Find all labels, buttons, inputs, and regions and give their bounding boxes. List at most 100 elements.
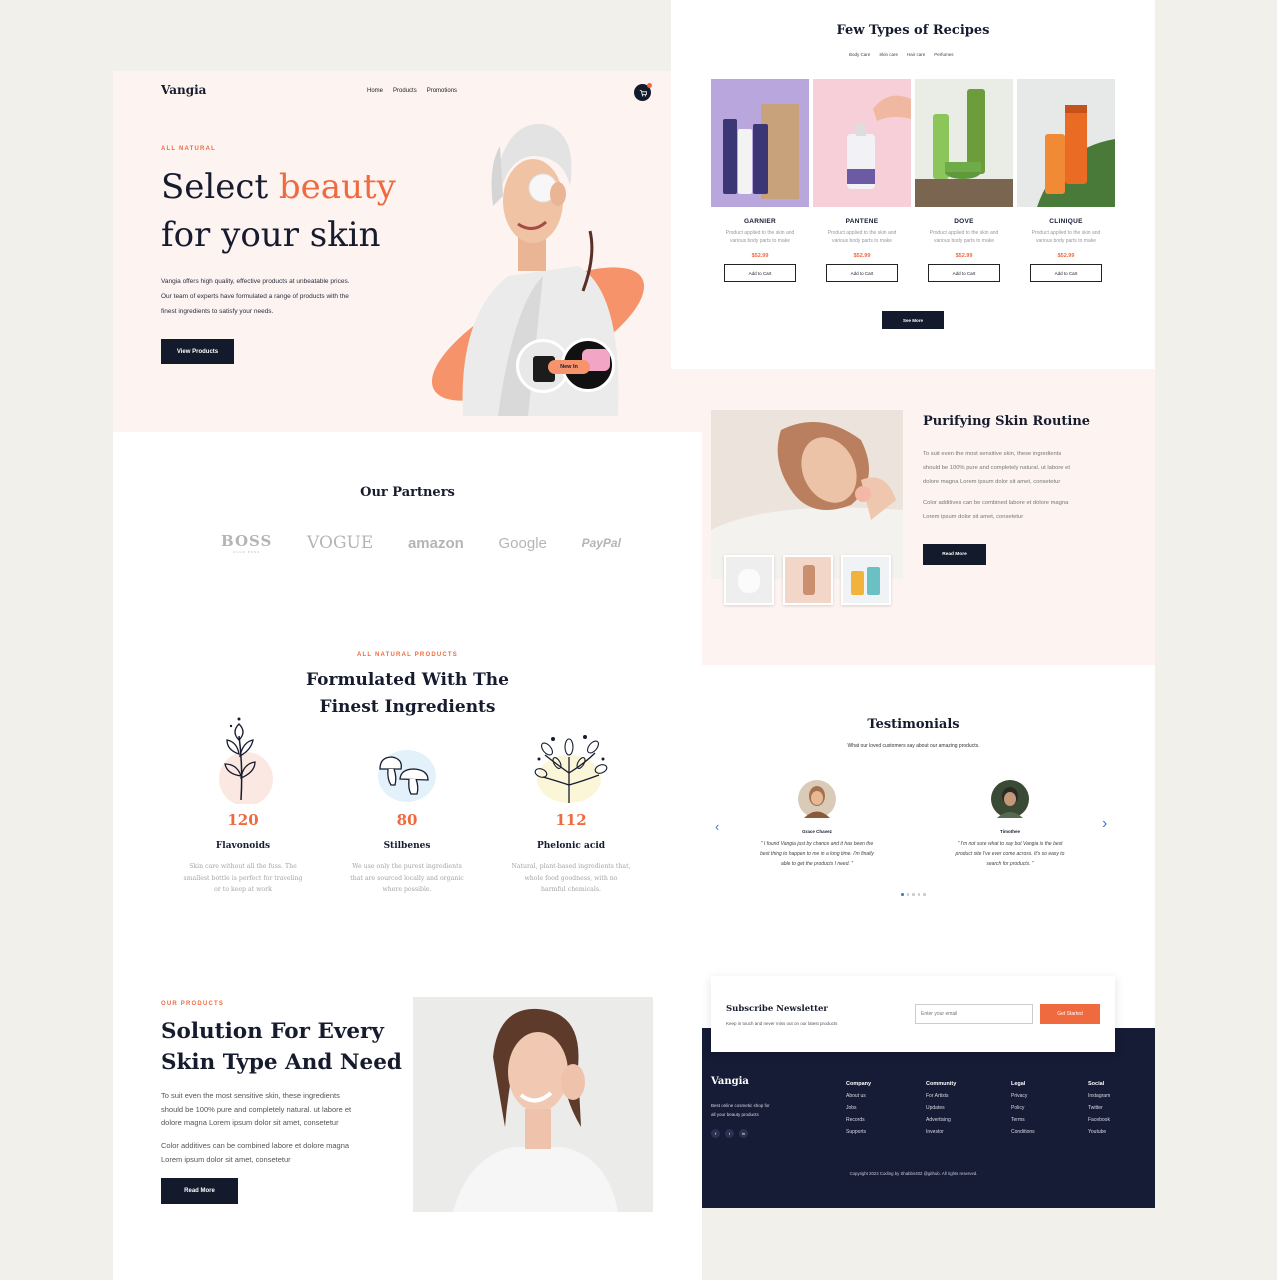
add-to-cart-button[interactable]: Add to Cart <box>1030 264 1102 282</box>
product-desc-line: Product applied to the skin and <box>929 230 999 236</box>
partner-paypal-logo: PayPal <box>581 536 621 550</box>
solution-eyebrow: OUR PRODUCTS <box>161 1001 225 1007</box>
footer-link[interactable]: Supports <box>846 1129 871 1135</box>
product-card-pantene[interactable]: PANTENE Product applied to the skin and v… <box>813 79 911 282</box>
product-price: $52.99 <box>751 253 769 259</box>
testimonials-title: Testimonials <box>867 717 960 732</box>
product-desc-line: various body parts to make <box>831 238 893 244</box>
recipes-title: Few Types of Recipes <box>836 23 990 38</box>
routine-title: Purifying Skin Routine <box>923 414 1091 429</box>
carousel-dot[interactable] <box>901 893 904 896</box>
routine-thumb-1[interactable] <box>724 555 774 605</box>
carousel-dot[interactable] <box>912 893 915 896</box>
hero-eyebrow: ALL NATURAL <box>161 146 216 152</box>
routine-thumb-3[interactable] <box>841 555 891 605</box>
footer-link[interactable]: Terms <box>1011 1117 1035 1123</box>
product-desc-line: Product applied to the skin and <box>725 230 795 236</box>
ingredient-desc-line: smallest bottle is perfect for traveling <box>183 874 303 882</box>
product-card-dove[interactable]: DOVE Product applied to the skin and vari… <box>915 79 1013 282</box>
routine-text-line: dolore magna Lorem ipsum dolor sit amet,… <box>923 479 1061 485</box>
routine-read-more-button[interactable]: Read More <box>923 544 986 565</box>
flavonoid-plant-icon <box>219 717 273 804</box>
footer-link[interactable]: Advertising <box>926 1117 956 1123</box>
testimonial-quote-line: " I'm not sure what to say but Vangia is… <box>957 841 1063 847</box>
view-products-button[interactable]: View Products <box>161 339 234 364</box>
ingredient-desc-line: or to keep at work <box>214 886 272 893</box>
solution-title-line: Solution For Every <box>161 1019 384 1044</box>
footer-link[interactable]: Conditions <box>1011 1129 1035 1135</box>
footer-link[interactable]: Instagram <box>1088 1093 1110 1099</box>
footer-link[interactable]: Privacy <box>1011 1093 1035 1099</box>
nav-home[interactable]: Home <box>367 88 383 94</box>
footer-link[interactable]: Facebook <box>1088 1117 1110 1123</box>
landing-page-left: Vangia Home Products Promotions ALL NATU… <box>113 71 702 1280</box>
hero-title-line2: for your skin <box>161 215 381 255</box>
routine-text-line: Lorem ipsum dolor sit amet, consetetur <box>923 514 1024 520</box>
chevron-left-icon[interactable]: ‹ <box>715 819 719 834</box>
cart-button[interactable] <box>634 83 652 101</box>
product-image-garnier <box>711 79 809 207</box>
tab-skin-care[interactable]: Skin care <box>879 52 898 57</box>
product-desc-line: various body parts to make <box>1035 238 1097 244</box>
testimonial-author: Grace Chavez <box>802 829 832 834</box>
footer-link[interactable]: Investor <box>926 1129 956 1135</box>
solution-text-line: Color additives can be combined labore e… <box>161 1141 350 1150</box>
product-desc: Product applied to the skin and various b… <box>915 229 1013 245</box>
twitter-icon[interactable]: t <box>725 1129 734 1138</box>
footer-link[interactable]: Twitter <box>1088 1105 1110 1111</box>
carousel-dot[interactable] <box>906 893 909 896</box>
tab-hair-care[interactable]: Hair care <box>907 52 925 57</box>
product-desc: Product applied to the skin and various b… <box>711 229 809 245</box>
footer-link[interactable]: Updates <box>926 1105 956 1111</box>
add-to-cart-button[interactable]: Add to Cart <box>724 264 796 282</box>
routine-paragraph-1: To suit even the most sensitive skin, th… <box>923 447 1070 489</box>
email-field[interactable] <box>915 1004 1033 1024</box>
ingredient-card-flavonoids: 120 Flavonoids Skin care without all the… <box>178 811 308 896</box>
footer-link[interactable]: For Artists <box>926 1093 956 1099</box>
recipe-tabs: Body Care Skin care Hair care Perfumes <box>849 52 954 57</box>
footer-column-community: Community For Artists Updates Advertisin… <box>926 1081 956 1135</box>
footer-tagline-line: all your beauty products <box>711 1112 759 1117</box>
cart-icon <box>639 89 647 96</box>
footer-brand[interactable]: Vangia <box>711 1076 749 1087</box>
footer-link[interactable]: Jobs <box>846 1105 871 1111</box>
product-card-garnier[interactable]: GARNIER Product applied to the skin and v… <box>711 79 809 282</box>
footer-column-social: Social Instagram Twitter Facebook Youtub… <box>1088 1081 1110 1135</box>
tab-body-care[interactable]: Body Care <box>849 52 870 57</box>
new-in-badge[interactable]: New In <box>548 360 590 374</box>
brand-logo[interactable]: Vangia <box>161 83 206 97</box>
testimonial-card: Timothee " I'm not sure what to say but … <box>930 780 1090 869</box>
main-nav: Home Products Promotions <box>367 88 457 94</box>
hero-title-part1: Select <box>161 167 279 207</box>
carousel-dots <box>901 893 926 896</box>
facebook-icon[interactable]: f <box>711 1129 720 1138</box>
product-name: GARNIER <box>743 218 777 225</box>
nav-promotions[interactable]: Promotions <box>427 88 457 94</box>
footer-link[interactable]: Records <box>846 1117 871 1123</box>
add-to-cart-button[interactable]: Add to Cart <box>826 264 898 282</box>
ingredients-title-line: Finest Ingredients <box>319 697 496 717</box>
nav-products[interactable]: Products <box>393 88 417 94</box>
hero-desc-line: Our team of experts have formulated a ra… <box>161 293 349 300</box>
linkedin-icon[interactable]: in <box>739 1129 748 1138</box>
footer-link[interactable]: Youtube <box>1088 1129 1110 1135</box>
footer-column-company: Company About us Jobs Records Supports <box>846 1081 871 1135</box>
see-more-button[interactable]: See More <box>882 311 944 329</box>
routine-thumb-2[interactable] <box>783 555 833 605</box>
chevron-right-icon[interactable]: › <box>1102 815 1107 833</box>
carousel-dot[interactable] <box>923 893 926 896</box>
solution-read-more-button[interactable]: Read More <box>161 1178 238 1204</box>
product-card-clinique[interactable]: CLINIQUE Product applied to the skin and… <box>1017 79 1115 282</box>
carousel-dot[interactable] <box>917 893 920 896</box>
tab-perfumes[interactable]: Perfumes <box>934 52 953 57</box>
footer-link[interactable]: Policy <box>1011 1105 1035 1111</box>
partners-title: Our Partners <box>360 485 455 500</box>
ingredient-name: Flavonoids <box>215 841 271 851</box>
product-price: $52.99 <box>1057 253 1075 259</box>
get-started-button[interactable]: Get Started <box>1040 1004 1100 1024</box>
add-to-cart-button[interactable]: Add to Cart <box>928 264 1000 282</box>
ingredient-card-phelonic-acid: 112 Phelonic acid Natural, plant-based i… <box>506 811 636 896</box>
footer-tagline: Best online cosmetic shop for all your b… <box>711 1101 770 1119</box>
footer-link[interactable]: About us <box>846 1093 871 1099</box>
herb-icon <box>534 735 608 803</box>
